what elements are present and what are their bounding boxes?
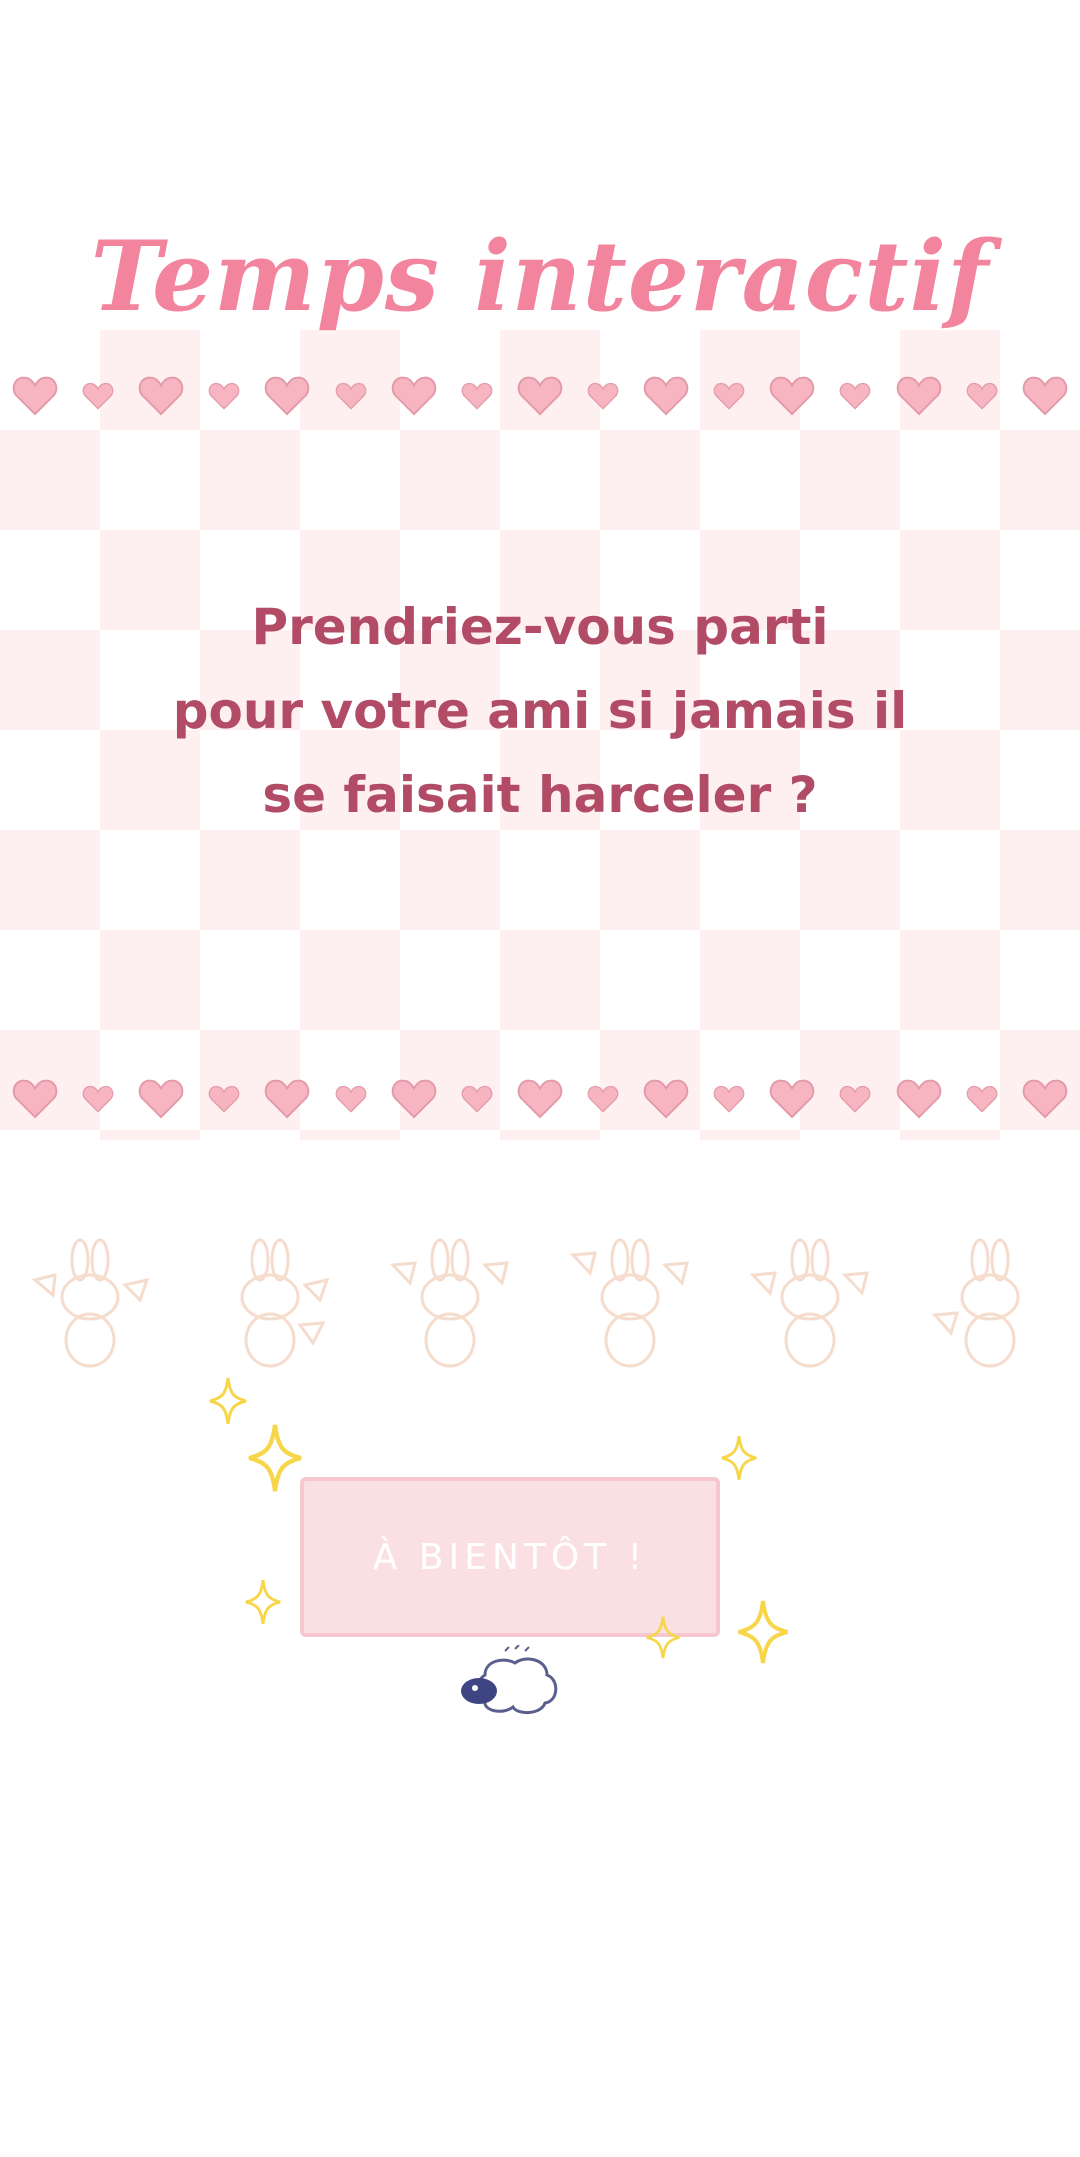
heart-icon bbox=[770, 1079, 815, 1119]
heart-icon bbox=[391, 376, 437, 416]
hearts-border-top bbox=[0, 365, 1080, 425]
heart-icon bbox=[391, 1079, 437, 1119]
sparkle-icon bbox=[248, 1424, 302, 1492]
heart-icon bbox=[517, 376, 563, 416]
question-text: Prendriez-vous parti pour votre ami si j… bbox=[140, 585, 940, 837]
bunny-icon bbox=[240, 1238, 330, 1368]
heart-icon bbox=[82, 382, 114, 410]
heart-icon bbox=[12, 1079, 58, 1119]
question-line-2: pour votre ami si jamais il bbox=[172, 682, 908, 740]
question-line-3: se faisait harceler ? bbox=[262, 766, 818, 824]
bunny-icon bbox=[749, 1238, 869, 1368]
sheep-icon bbox=[461, 1645, 558, 1714]
heart-icon bbox=[138, 376, 184, 416]
heart-icon bbox=[208, 1085, 240, 1113]
heart-icon bbox=[1022, 1079, 1068, 1119]
heart-icon bbox=[643, 1079, 689, 1119]
heart-icon bbox=[643, 376, 689, 416]
heart-icon bbox=[208, 382, 240, 410]
heart-icon bbox=[840, 1085, 871, 1113]
bunny-icon bbox=[569, 1238, 689, 1368]
heart-icon bbox=[713, 382, 745, 410]
heart-icon bbox=[587, 382, 619, 410]
heart-icon bbox=[335, 382, 366, 410]
sparkle-icon bbox=[721, 1435, 757, 1481]
sparkle-icon bbox=[209, 1377, 247, 1425]
heart-icon bbox=[966, 1085, 998, 1113]
heart-icon bbox=[1022, 376, 1068, 416]
a-bientot-button[interactable]: À BIENTÔT ! bbox=[300, 1477, 720, 1637]
heart-icon bbox=[966, 382, 998, 410]
heart-icon bbox=[265, 376, 310, 416]
heart-icon bbox=[461, 382, 493, 410]
heart-icon bbox=[587, 1085, 619, 1113]
heart-icon bbox=[840, 382, 871, 410]
sparkle-icon bbox=[738, 1600, 788, 1664]
question-line-1: Prendriez-vous parti bbox=[251, 598, 829, 656]
heart-icon bbox=[713, 1085, 745, 1113]
heart-icon bbox=[517, 1079, 563, 1119]
hearts-border-bottom bbox=[0, 1068, 1080, 1128]
heart-icon bbox=[138, 1079, 184, 1119]
heart-icon bbox=[896, 376, 941, 416]
heart-icon bbox=[770, 376, 815, 416]
heart-icon bbox=[461, 1085, 493, 1113]
bunny-icon bbox=[31, 1238, 150, 1368]
heart-icon bbox=[335, 1085, 366, 1113]
heart-icon bbox=[12, 376, 58, 416]
heart-icon bbox=[82, 1085, 114, 1113]
bunny-icon bbox=[389, 1238, 509, 1368]
heart-icon bbox=[896, 1079, 941, 1119]
sparkle-icon bbox=[646, 1616, 680, 1659]
heart-icon bbox=[265, 1079, 310, 1119]
bunny-row bbox=[0, 1225, 1080, 1385]
page-title: Temps interactif bbox=[90, 220, 990, 333]
bunny-icon bbox=[931, 1238, 1020, 1368]
sparkle-icon bbox=[245, 1579, 281, 1625]
